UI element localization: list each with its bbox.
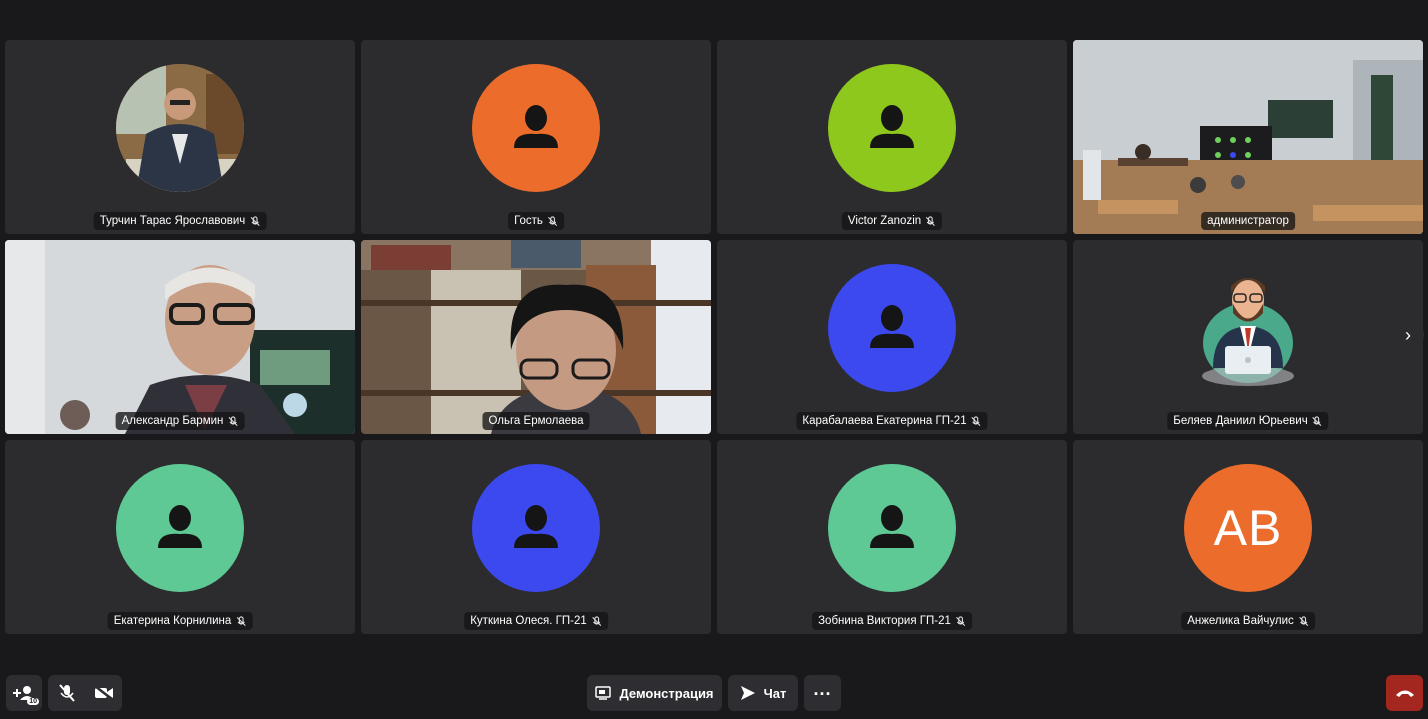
participant-name: Беляев Даниил Юрьевич — [1173, 415, 1308, 427]
participant-name-label: Ольга Ермолаева — [482, 412, 590, 430]
mic-off-icon — [228, 415, 238, 426]
person-icon — [158, 505, 202, 548]
video-feed — [361, 240, 711, 434]
mic-off-icon — [971, 415, 981, 426]
participant-name: Зобнина Виктория ГП-21 — [818, 615, 951, 627]
participant-tile[interactable]: Турчин Тарас Ярославович — [5, 40, 355, 234]
hangup-icon — [1395, 690, 1414, 697]
participant-count-badge: 10 — [27, 698, 39, 705]
participant-name-label: Анжелика Вайчулис — [1181, 612, 1315, 630]
participant-name: Екатерина Корнилина — [113, 615, 232, 627]
person-icon — [514, 105, 558, 148]
screen-share-icon — [595, 686, 612, 700]
participant-tile[interactable]: Карабалаева Екатерина ГП-21 — [717, 240, 1067, 434]
participant-name-label: Турчин Тарас Ярославович — [93, 212, 267, 230]
placeholder-avatar — [828, 64, 956, 192]
mic-off-icon — [236, 615, 246, 626]
participant-name: Турчин Тарас Ярославович — [99, 215, 246, 227]
send-icon — [740, 686, 755, 700]
screen-share-button[interactable]: Демонстрация — [587, 675, 722, 711]
mic-off-icon — [1312, 415, 1322, 426]
participant-tile[interactable]: Зобнина Виктория ГП-21 — [717, 440, 1067, 634]
mic-off-icon — [547, 215, 557, 226]
invite-participants-button[interactable]: 10 — [6, 675, 42, 711]
participant-name-label: Александр Бармин — [115, 412, 245, 430]
participant-tile[interactable]: AB Анжелика Вайчулис — [1073, 440, 1423, 634]
video-feed — [5, 240, 355, 434]
participant-name: Гость — [514, 215, 543, 227]
participant-name-label: Куткина Олеся. ГП-21 — [464, 612, 608, 630]
screen-share-label: Демонстрация — [619, 685, 714, 701]
participant-name-label: Victor Zanozin — [841, 212, 943, 230]
participant-name-label: Зобнина Виктория ГП-21 — [812, 612, 972, 630]
participant-tile[interactable]: Александр Бармин — [5, 240, 355, 434]
participant-name: администратор — [1207, 215, 1289, 227]
mic-off-icon — [926, 215, 936, 226]
mic-off-icon — [955, 615, 965, 626]
participant-tile[interactable]: Victor Zanozin — [717, 40, 1067, 234]
participant-tile[interactable]: Ольга Ермолаева — [361, 240, 711, 434]
participant-name: Куткина Олеся. ГП-21 — [470, 615, 587, 627]
participant-photo-avatar — [116, 64, 244, 192]
avatar-initials: AB — [1213, 500, 1283, 556]
initials-avatar: AB — [1184, 464, 1312, 592]
placeholder-avatar — [828, 464, 956, 592]
participant-grid: Турчин Тарас Ярославович Гость Victor Za… — [5, 40, 1423, 634]
person-icon — [870, 105, 914, 148]
participant-name-label: Беляев Даниил Юрьевич — [1167, 412, 1329, 430]
placeholder-avatar — [828, 264, 956, 392]
person-icon — [870, 505, 914, 548]
mic-off-icon — [58, 684, 75, 702]
participant-name: Карабалаева Екатерина ГП-21 — [802, 415, 967, 427]
participant-name-label: администратор — [1201, 212, 1295, 230]
placeholder-avatar — [472, 464, 600, 592]
participant-name: Victor Zanozin — [847, 215, 922, 227]
video-feed — [1073, 40, 1423, 234]
mic-toggle-button[interactable] — [48, 675, 85, 711]
mic-off-icon — [591, 615, 601, 626]
chat-label: Чат — [763, 685, 787, 701]
cartoon-avatar — [1202, 278, 1294, 386]
person-icon — [514, 505, 558, 548]
placeholder-avatar — [116, 464, 244, 592]
more-icon: ... — [813, 678, 832, 699]
participant-tile[interactable]: Гость — [361, 40, 711, 234]
chat-button[interactable]: Чат — [728, 675, 798, 711]
camera-off-icon — [93, 685, 114, 701]
placeholder-avatar — [472, 64, 600, 192]
person-icon — [870, 305, 914, 348]
participant-tile[interactable]: Екатерина Корнилина — [5, 440, 355, 634]
participant-name: Александр Бармин — [121, 415, 224, 427]
next-page-button[interactable]: › — [1392, 319, 1424, 351]
participant-tile[interactable]: Беляев Даниил Юрьевич — [1073, 240, 1423, 434]
mic-off-icon — [1298, 615, 1308, 626]
mic-camera-group — [48, 675, 122, 711]
more-options-button[interactable]: ... — [804, 675, 841, 711]
mic-off-icon — [250, 215, 260, 226]
camera-toggle-button[interactable] — [85, 675, 122, 711]
participant-name-label: Карабалаева Екатерина ГП-21 — [796, 412, 988, 430]
participant-tile-active[interactable]: администратор — [1073, 40, 1423, 234]
participant-name: Анжелика Вайчулис — [1187, 615, 1294, 627]
end-call-button[interactable] — [1386, 675, 1423, 711]
participant-name: Ольга Ермолаева — [488, 415, 584, 427]
participant-name-label: Екатерина Корнилина — [107, 612, 253, 630]
chevron-right-icon: › — [1405, 324, 1411, 345]
participant-name-label: Гость — [508, 212, 564, 230]
participant-tile[interactable]: Куткина Олеся. ГП-21 — [361, 440, 711, 634]
